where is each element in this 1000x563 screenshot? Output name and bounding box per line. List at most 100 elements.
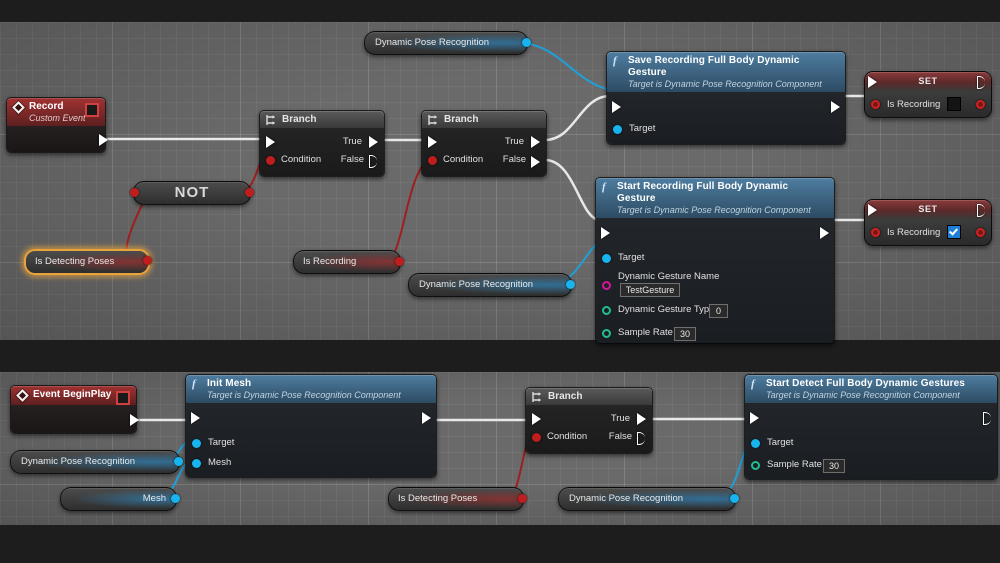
blueprint-editor-canvas[interactable]: Dynamic Pose Recognition Record Custom E… bbox=[0, 0, 1000, 563]
node-init-mesh[interactable]: f Init Mesh Target is Dynamic Pose Recog… bbox=[185, 374, 437, 478]
gesture-name-input-pin[interactable] bbox=[602, 281, 611, 290]
exec-input-pin[interactable] bbox=[601, 227, 610, 239]
exec-output-pin[interactable] bbox=[820, 227, 829, 239]
target-input-pin[interactable] bbox=[192, 439, 201, 448]
sample-rate-pin-label: Sample Rate bbox=[618, 327, 673, 338]
variable-pill-mesh-bottom[interactable]: Mesh bbox=[60, 487, 177, 511]
false-exec-output-pin[interactable] bbox=[637, 432, 645, 445]
exec-input-pin[interactable] bbox=[191, 412, 200, 424]
node-not[interactable]: NOT bbox=[133, 181, 251, 205]
variable-label: Is Recording bbox=[887, 227, 940, 238]
node-title: Init Mesh bbox=[193, 378, 429, 390]
event-breakpoint-icon[interactable] bbox=[116, 391, 130, 405]
exec-input-pin[interactable] bbox=[750, 412, 759, 424]
exec-output-pin[interactable] bbox=[831, 101, 840, 113]
boolean-output-pin[interactable] bbox=[518, 494, 527, 503]
true-exec-output-pin[interactable] bbox=[531, 136, 540, 148]
node-body: Target bbox=[607, 92, 845, 144]
boolean-output-pin[interactable] bbox=[976, 228, 985, 237]
event-breakpoint-icon[interactable] bbox=[85, 103, 99, 117]
node-start-recording-full-body-dynamic-gesture[interactable]: f Start Recording Full Body Dynamic Gest… bbox=[595, 177, 835, 344]
condition-input-pin[interactable] bbox=[266, 156, 275, 165]
target-input-pin[interactable] bbox=[602, 254, 611, 263]
boolean-input-pin[interactable] bbox=[130, 188, 139, 197]
variable-pill-is-detecting-poses-bottom[interactable]: Is Detecting Poses bbox=[388, 487, 524, 511]
gesture-type-input-pin[interactable] bbox=[602, 306, 611, 315]
false-pin-label: False bbox=[341, 154, 364, 165]
variable-pill-label: Dynamic Pose Recognition bbox=[375, 32, 489, 54]
variable-pill-label: Is Recording bbox=[303, 251, 356, 273]
node-title: Start Detect Full Body Dynamic Gestures bbox=[752, 378, 990, 390]
boolean-value-checkbox[interactable] bbox=[947, 97, 961, 111]
node-record-custom-event[interactable]: Record Custom Event bbox=[6, 97, 106, 153]
variable-pill-label: Mesh bbox=[143, 488, 166, 510]
boolean-output-pin[interactable] bbox=[395, 257, 404, 266]
exec-input-pin[interactable] bbox=[612, 101, 621, 113]
condition-pin-label: Condition bbox=[547, 431, 587, 442]
condition-input-pin[interactable] bbox=[428, 156, 437, 165]
exec-output-pin[interactable] bbox=[983, 412, 991, 425]
exec-output-pin[interactable] bbox=[977, 76, 985, 89]
boolean-output-pin[interactable] bbox=[976, 100, 985, 109]
false-exec-output-pin[interactable] bbox=[531, 156, 540, 168]
exec-input-pin[interactable] bbox=[868, 204, 877, 216]
node-body: Target Mesh bbox=[186, 403, 436, 477]
node-title: Branch bbox=[444, 114, 539, 126]
gesture-type-input-field[interactable]: 0 bbox=[709, 304, 728, 318]
variable-pill-dynamic-pose-recognition-top[interactable]: Dynamic Pose Recognition bbox=[364, 31, 528, 55]
event-diamond-icon bbox=[12, 101, 25, 114]
target-input-pin[interactable] bbox=[751, 439, 760, 448]
variable-pill-dynamic-pose-recognition-bottom-left[interactable]: Dynamic Pose Recognition bbox=[10, 450, 180, 474]
node-body: Is Recording bbox=[865, 219, 991, 245]
object-output-pin[interactable] bbox=[566, 280, 575, 289]
boolean-value-checkbox[interactable] bbox=[947, 225, 961, 239]
node-start-detect-full-body-dynamic-gestures[interactable]: f Start Detect Full Body Dynamic Gesture… bbox=[744, 374, 998, 480]
mesh-input-pin[interactable] bbox=[192, 459, 201, 468]
node-body: Is Recording bbox=[865, 91, 991, 117]
boolean-input-pin[interactable] bbox=[871, 228, 880, 237]
exec-output-pin[interactable] bbox=[99, 134, 108, 146]
gesture-name-input-field[interactable]: TestGesture bbox=[620, 283, 680, 297]
exec-input-pin[interactable] bbox=[266, 136, 275, 148]
node-save-recording-full-body-dynamic-gesture[interactable]: f Save Recording Full Body Dynamic Gestu… bbox=[606, 51, 846, 145]
node-branch-3[interactable]: Branch True Condition False bbox=[525, 387, 653, 454]
sample-rate-input-field[interactable]: 30 bbox=[674, 327, 696, 341]
target-pin-label: Target bbox=[767, 437, 793, 448]
node-set-is-recording-true[interactable]: SET Is Recording bbox=[864, 199, 992, 246]
exec-output-pin[interactable] bbox=[977, 204, 985, 217]
boolean-input-pin[interactable] bbox=[871, 100, 880, 109]
node-branch-1[interactable]: Branch True Condition False bbox=[259, 110, 385, 177]
object-output-pin[interactable] bbox=[522, 38, 531, 47]
variable-pill-dynamic-pose-recognition-bottom-right[interactable]: Dynamic Pose Recognition bbox=[558, 487, 736, 511]
true-exec-output-pin[interactable] bbox=[637, 413, 646, 425]
gesture-name-pin-label: Dynamic Gesture Name bbox=[618, 271, 719, 282]
exec-input-pin[interactable] bbox=[868, 76, 877, 88]
variable-pill-is-recording-top[interactable]: Is Recording bbox=[293, 250, 401, 274]
function-icon: f bbox=[613, 55, 617, 67]
sample-rate-input-pin[interactable] bbox=[602, 329, 611, 338]
exec-output-pin[interactable] bbox=[130, 414, 139, 426]
boolean-output-pin[interactable] bbox=[143, 256, 152, 265]
true-exec-output-pin[interactable] bbox=[369, 136, 378, 148]
target-input-pin[interactable] bbox=[613, 125, 622, 134]
node-set-is-recording-false[interactable]: SET Is Recording bbox=[864, 71, 992, 118]
boolean-output-pin[interactable] bbox=[245, 188, 254, 197]
sample-rate-input-field[interactable]: 30 bbox=[823, 459, 845, 473]
exec-input-pin[interactable] bbox=[428, 136, 437, 148]
variable-pill-is-detecting-poses-top[interactable]: Is Detecting Poses bbox=[24, 249, 150, 275]
node-header: f Start Recording Full Body Dynamic Gest… bbox=[596, 178, 834, 218]
sample-rate-input-pin[interactable] bbox=[751, 461, 760, 470]
branch-icon bbox=[531, 391, 543, 403]
false-exec-output-pin[interactable] bbox=[369, 155, 377, 168]
object-output-pin[interactable] bbox=[171, 494, 180, 503]
node-branch-2[interactable]: Branch True Condition False bbox=[421, 110, 547, 177]
object-output-pin[interactable] bbox=[730, 494, 739, 503]
condition-input-pin[interactable] bbox=[532, 433, 541, 442]
gesture-type-pin-label: Dynamic Gesture Type bbox=[618, 304, 714, 315]
object-output-pin[interactable] bbox=[174, 457, 183, 466]
node-event-begin-play[interactable]: Event BeginPlay bbox=[10, 385, 137, 434]
variable-pill-dynamic-pose-recognition-mid[interactable]: Dynamic Pose Recognition bbox=[408, 273, 572, 297]
exec-output-pin[interactable] bbox=[422, 412, 431, 424]
node-header: Event BeginPlay bbox=[11, 386, 136, 405]
exec-input-pin[interactable] bbox=[532, 413, 541, 425]
